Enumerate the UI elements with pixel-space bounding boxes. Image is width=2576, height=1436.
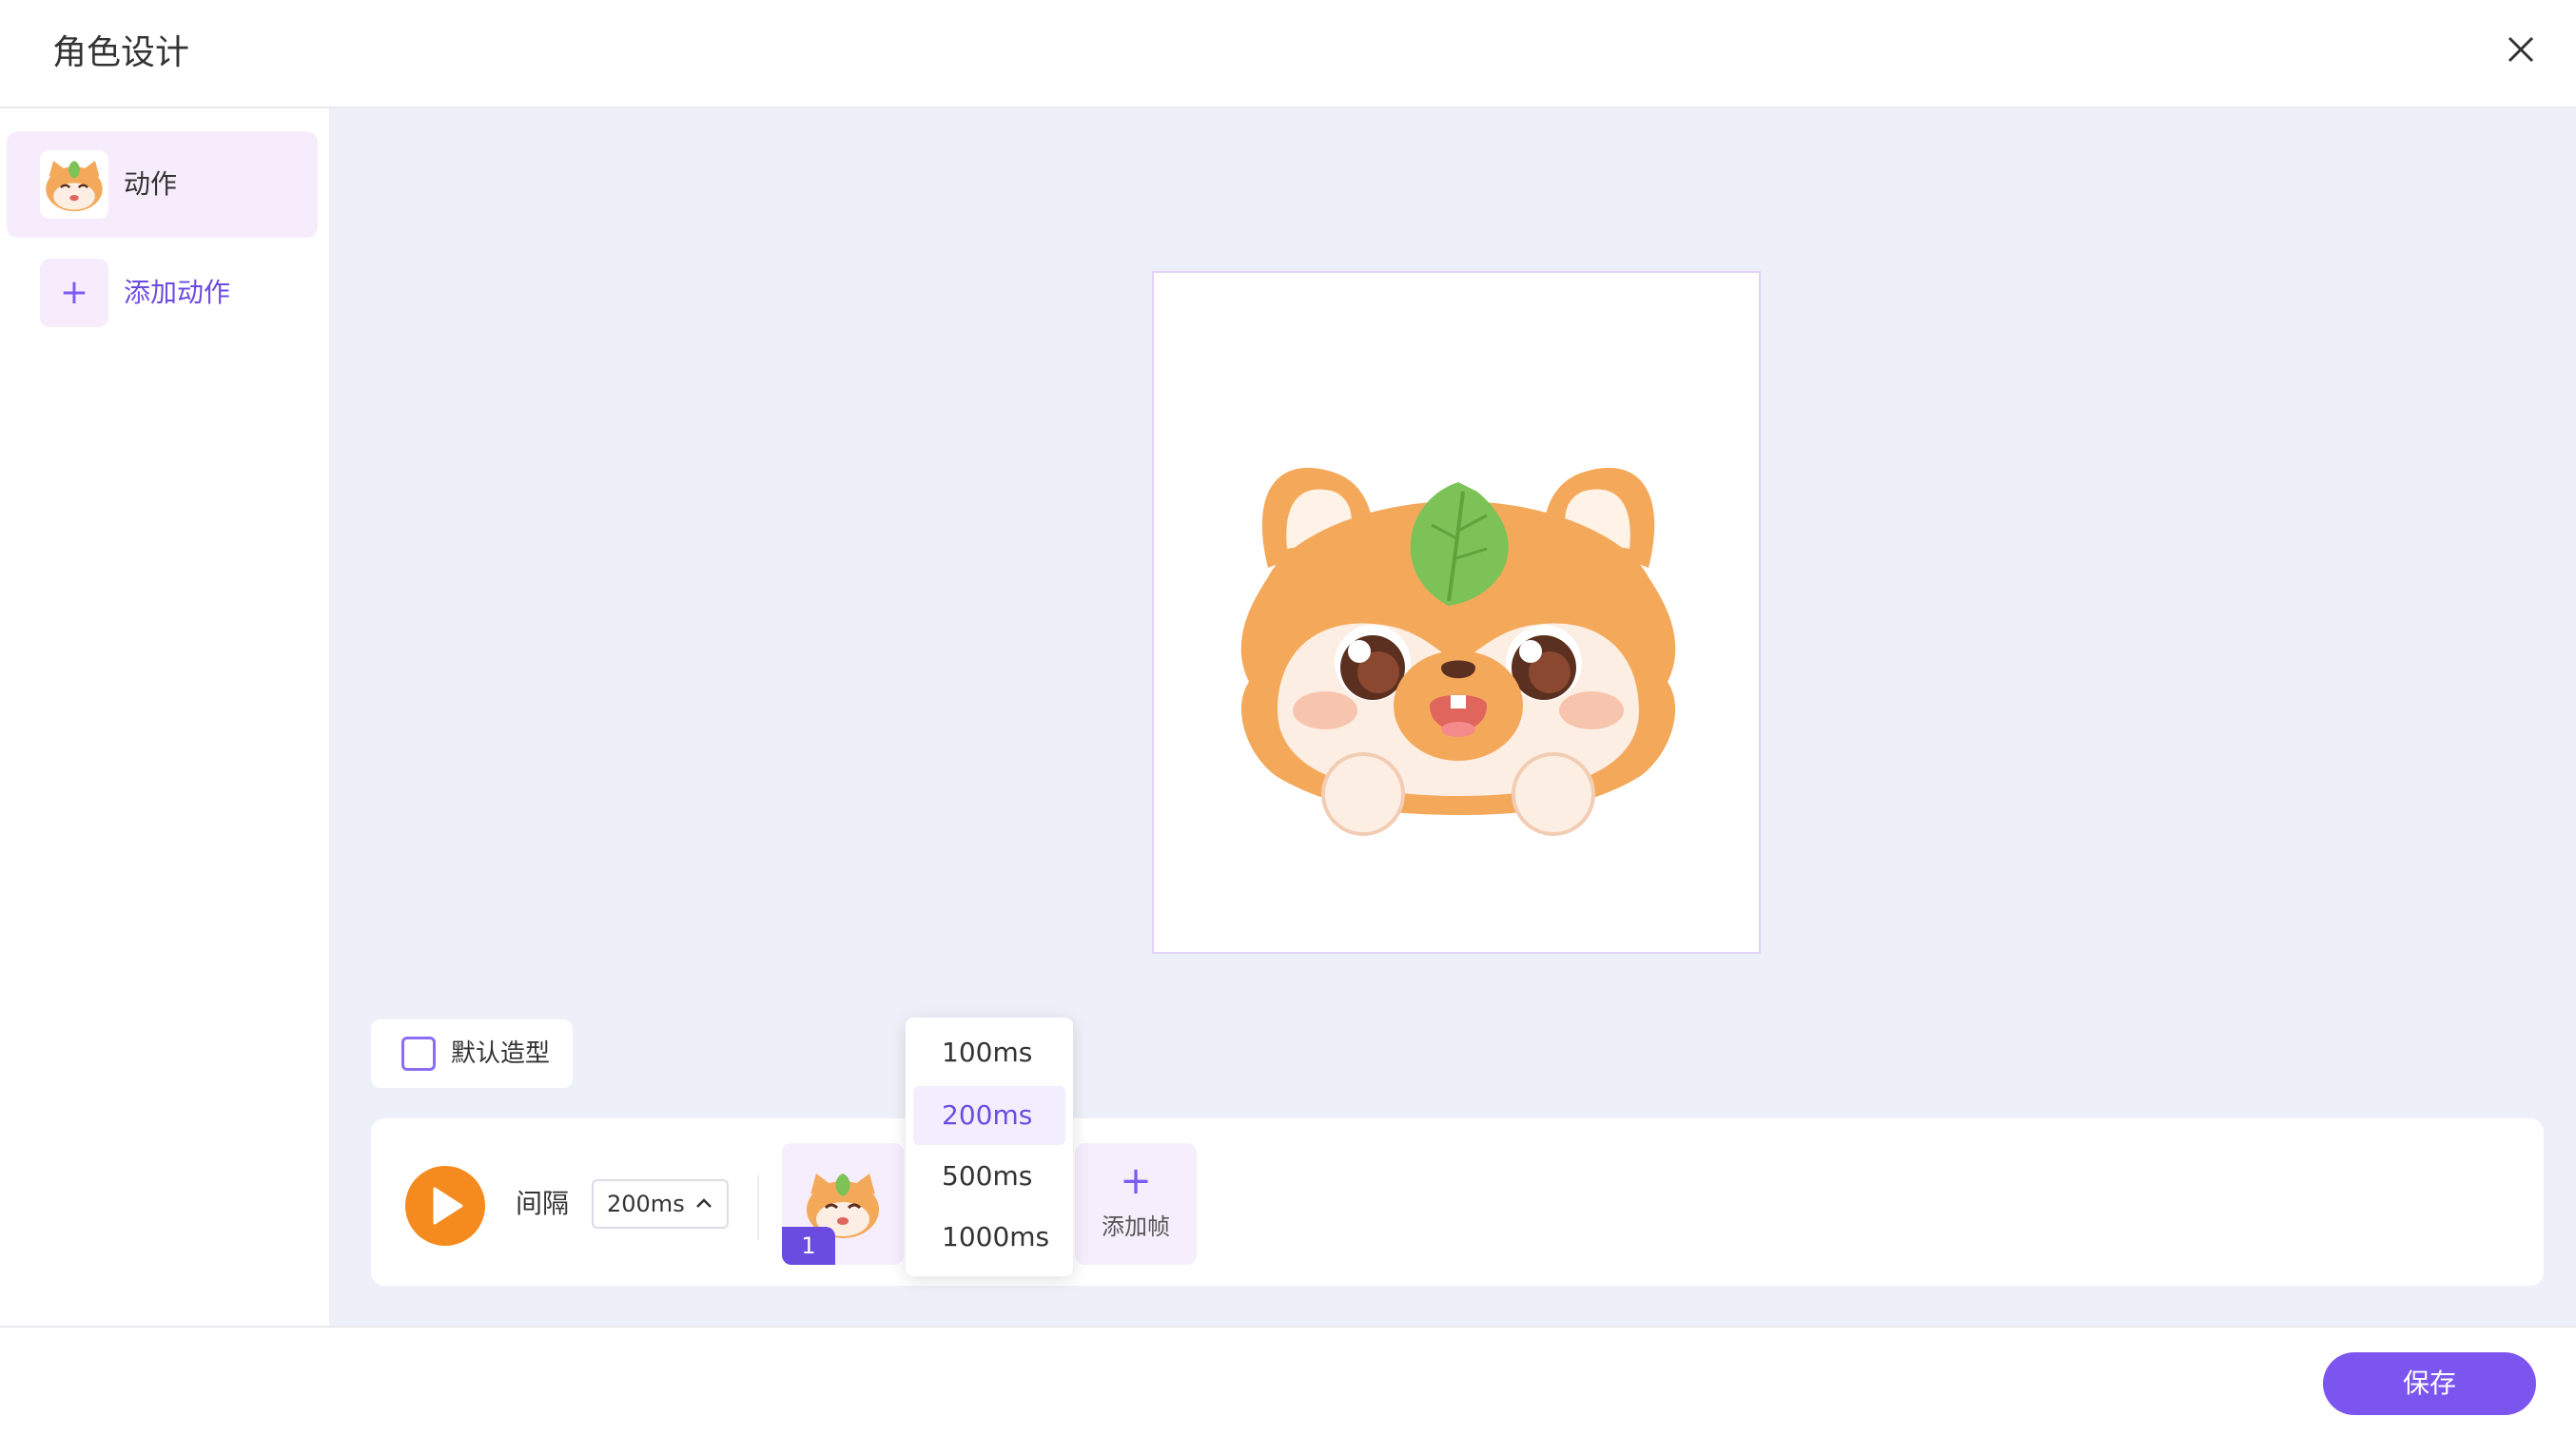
add-frame-label: 添加帧 [1102, 1213, 1170, 1240]
page-title: 角色设计 [52, 33, 190, 72]
plus-icon: + [1120, 1159, 1152, 1203]
chevron-up-icon [696, 1198, 712, 1208]
add-action-button[interactable]: + 添加动作 [40, 259, 325, 327]
action-sidebar: 动作 + 添加动作 [0, 108, 329, 1326]
squirrel-thumbnail-icon [46, 160, 103, 212]
sidebar-item-action[interactable]: 动作 [7, 131, 318, 238]
frame-thumbnail-1[interactable]: 1 [782, 1143, 904, 1265]
interval-option-500ms[interactable]: 500ms [913, 1147, 1065, 1206]
editor-area: 默认造型 间隔 200ms 1 + 添加帧 100ms 200ms 500ms … [329, 108, 2576, 1326]
interval-select-value: 200ms [607, 1191, 685, 1217]
action-thumbnail [40, 150, 108, 219]
default-shape-toggle[interactable]: 默认造型 [371, 1019, 573, 1088]
interval-label: 间隔 [516, 1188, 570, 1219]
play-button[interactable] [405, 1166, 485, 1246]
interval-dropdown: 100ms 200ms 500ms 1000ms [906, 1018, 1073, 1276]
dialog-footer: 保存 [0, 1326, 2576, 1436]
dialog-header: 角色设计 [0, 0, 2576, 108]
frame-number: 1 [782, 1227, 835, 1265]
action-label: 动作 [124, 168, 178, 200]
interval-select[interactable]: 200ms [592, 1179, 729, 1229]
interval-option-1000ms[interactable]: 1000ms [913, 1208, 1065, 1267]
save-button[interactable]: 保存 [2323, 1352, 2536, 1415]
interval-option-100ms[interactable]: 100ms [913, 1023, 1065, 1082]
close-icon [2508, 36, 2534, 63]
squirrel-character-icon [1240, 467, 1676, 836]
close-button[interactable] [2502, 30, 2540, 68]
frame-timeline: 间隔 200ms 1 + 添加帧 [371, 1118, 2544, 1286]
default-shape-checkbox[interactable] [401, 1037, 436, 1071]
default-shape-label: 默认造型 [451, 1039, 551, 1068]
interval-option-200ms[interactable]: 200ms [913, 1086, 1065, 1145]
play-icon [433, 1187, 463, 1225]
plus-icon: + [40, 259, 108, 327]
add-action-label: 添加动作 [124, 277, 231, 308]
preview-canvas [1152, 271, 1761, 954]
add-frame-button[interactable]: + 添加帧 [1075, 1143, 1197, 1265]
timeline-divider [757, 1175, 759, 1240]
